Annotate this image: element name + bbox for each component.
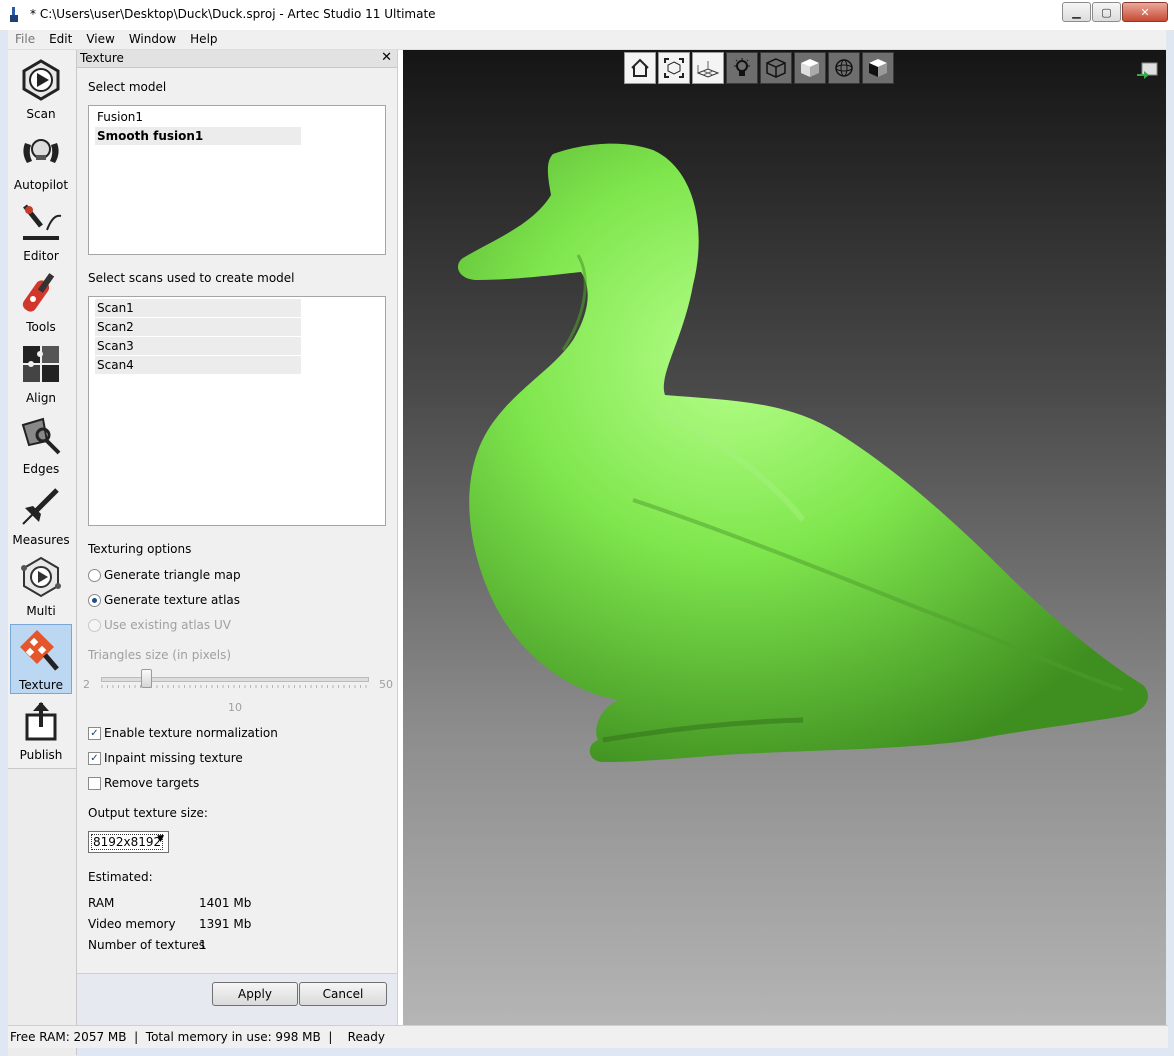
model-list: Fusion1 Smooth fusion1: [88, 105, 386, 255]
maximize-button[interactable]: ▢: [1092, 2, 1121, 22]
menu-help[interactable]: Help: [183, 30, 224, 49]
scan-item[interactable]: Scan3: [95, 337, 301, 355]
radio-texture-atlas[interactable]: [88, 594, 101, 607]
panel-header: Texture ✕: [77, 50, 397, 68]
menu-window[interactable]: Window: [122, 30, 183, 49]
menu-edit[interactable]: Edit: [42, 30, 79, 49]
scan-list: Scan1 Scan2 Scan3 Scan4: [88, 296, 386, 526]
window-frame-left: [0, 30, 8, 1056]
radio-existing-atlas-label: Use existing atlas UV: [104, 618, 231, 632]
estimate-textures-value: 1: [199, 938, 207, 952]
output-size-label: Output texture size:: [88, 806, 208, 820]
close-window-button[interactable]: ✕: [1122, 2, 1168, 22]
align-icon: [23, 346, 59, 382]
menu-bar: File Edit View Window Help: [8, 30, 1166, 50]
output-size-value: 8192x8192: [91, 834, 164, 850]
nav-item-editor[interactable]: Editor: [10, 196, 72, 264]
radio-existing-atlas[interactable]: [88, 619, 101, 632]
scan-item[interactable]: Scan2: [95, 318, 301, 336]
radio-texture-atlas-label: Generate texture atlas: [104, 593, 241, 607]
output-size-select[interactable]: 8192x8192 ▼: [88, 831, 169, 853]
nav-item-multi[interactable]: Multi: [10, 551, 72, 619]
publish-icon: [25, 702, 57, 741]
chevron-down-icon: ▼: [157, 834, 164, 844]
app-icon: [10, 7, 18, 22]
slider-min-label: 2: [83, 678, 90, 691]
checkbox-inpaint-label: Inpaint missing texture: [104, 751, 243, 765]
estimate-ram-label: RAM: [88, 896, 115, 910]
menu-view[interactable]: View: [79, 30, 121, 49]
texture-panel: Texture ✕ Select model Fusion1 Smooth fu…: [77, 50, 398, 1026]
checkbox-normalization-label: Enable texture normalization: [104, 726, 278, 740]
editor-icon: [23, 204, 62, 240]
status-bar: Free RAM: 2057 MB | Total memory in use:…: [8, 1025, 1168, 1048]
autopilot-icon: [23, 139, 59, 163]
slider-thumb[interactable]: [141, 669, 153, 688]
checkbox-remove-targets-label: Remove targets: [104, 776, 200, 790]
checkbox-remove-targets[interactable]: [88, 777, 101, 790]
radio-triangle-map[interactable]: [88, 569, 101, 582]
nav-item-scan[interactable]: Scan: [10, 54, 72, 122]
nav-item-edges[interactable]: Edges: [10, 409, 72, 477]
model-item-smooth-fusion1[interactable]: Smooth fusion1: [95, 127, 301, 145]
texture-icon: [20, 630, 59, 671]
scan-icon: [22, 59, 60, 101]
nav-item-align[interactable]: Align: [10, 338, 72, 406]
checkbox-normalization[interactable]: ✓: [88, 727, 101, 740]
estimate-ram-value: 1401 Mb: [199, 896, 252, 910]
window-title: * C:\Users\user\Desktop\Duck\Duck.sproj …: [30, 7, 436, 21]
measures-icon: [22, 488, 59, 525]
duck-body: [458, 143, 1148, 762]
triangle-size-label: Triangles size (in pixels): [88, 648, 232, 662]
window-frame-bottom: [0, 1047, 1174, 1056]
multi-icon: [21, 556, 61, 598]
status-text: Free RAM: 2057 MB | Total memory in use:…: [10, 1030, 385, 1044]
estimate-textures-label: Number of textures: [88, 938, 205, 952]
estimated-label: Estimated:: [88, 870, 153, 884]
estimate-video-label: Video memory: [88, 917, 176, 931]
checkbox-inpaint[interactable]: ✓: [88, 752, 101, 765]
select-model-label: Select model: [88, 80, 167, 94]
3d-viewport[interactable]: [403, 50, 1166, 1025]
nav-item-autopilot[interactable]: Autopilot: [10, 125, 72, 193]
scan-item[interactable]: Scan1: [95, 299, 301, 317]
title-bar: * C:\Users\user\Desktop\Duck\Duck.sproj …: [0, 0, 1174, 31]
nav-empty-area: [8, 768, 76, 1056]
cancel-button[interactable]: Cancel: [299, 982, 387, 1006]
nav-item-tools[interactable]: Tools: [10, 267, 72, 335]
window-frame-right: [1166, 30, 1174, 1056]
scan-item[interactable]: Scan4: [95, 356, 301, 374]
edges-icon: [21, 417, 61, 455]
nav-item-measures[interactable]: Measures: [10, 480, 72, 548]
panel-close-icon[interactable]: ✕: [381, 50, 392, 65]
texturing-options-label: Texturing options: [88, 542, 192, 556]
model-item-fusion1[interactable]: Fusion1: [95, 108, 301, 126]
panel-title: Texture: [80, 51, 124, 65]
slider-value-label: 10: [228, 701, 242, 714]
estimate-video-value: 1391 Mb: [199, 917, 252, 931]
nav-item-texture[interactable]: Texture: [10, 624, 72, 694]
menu-file[interactable]: File: [8, 30, 42, 49]
tools-icon: [22, 273, 55, 312]
window-controls: ▁ ▢ ✕: [1061, 2, 1168, 22]
minimize-button[interactable]: ▁: [1062, 2, 1091, 22]
nav-item-publish[interactable]: Publish: [10, 695, 72, 763]
radio-triangle-map-label: Generate triangle map: [104, 568, 241, 582]
apply-button[interactable]: Apply: [212, 982, 298, 1006]
duck-model[interactable]: [403, 50, 1166, 1025]
slider-max-label: 50: [379, 678, 393, 691]
left-nav: Scan Autopilot Editor Tools Align Edges …: [8, 50, 77, 1056]
select-scans-label: Select scans used to create model: [88, 271, 295, 285]
